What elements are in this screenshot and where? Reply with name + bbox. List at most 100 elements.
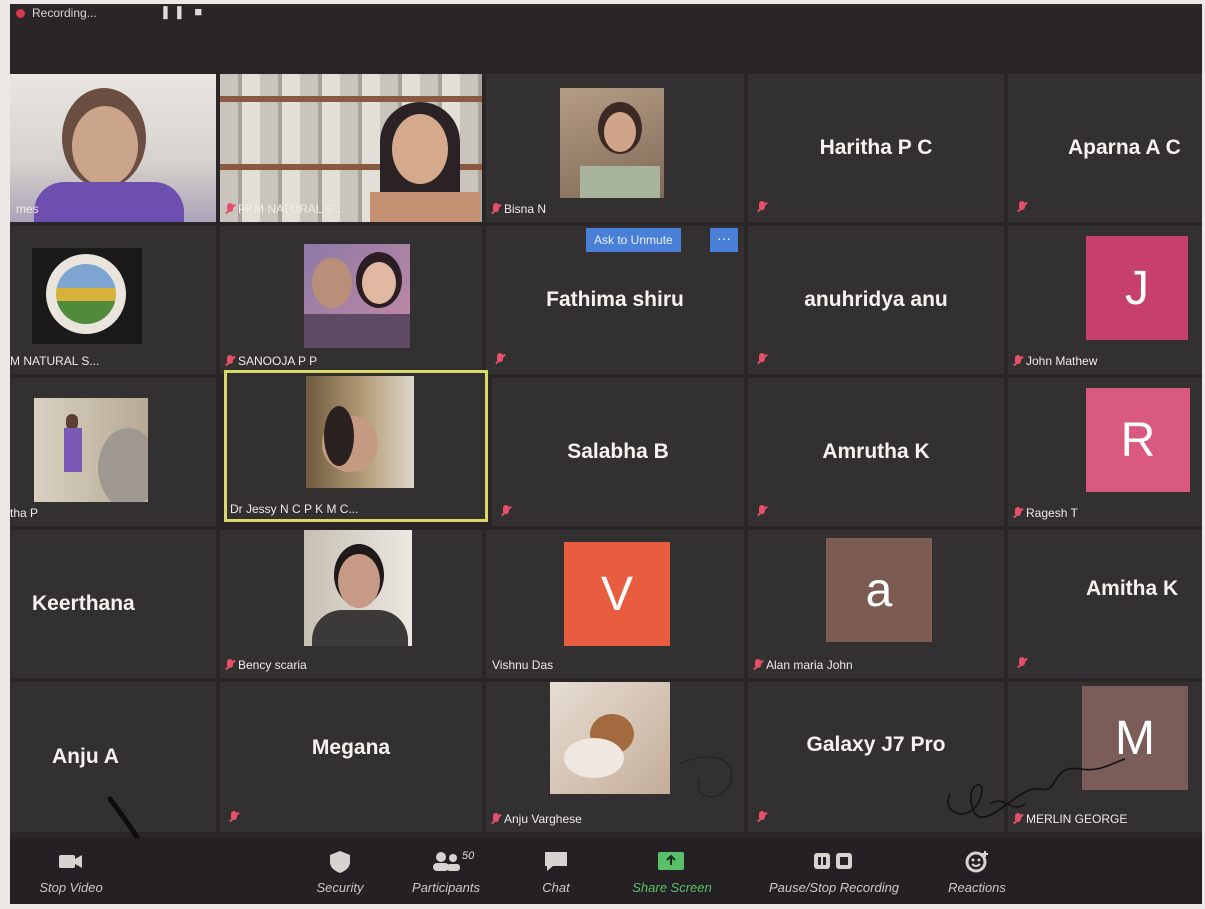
- mic-muted-icon: [1018, 201, 1026, 214]
- participant-label: Ragesh T: [1014, 506, 1078, 520]
- mic-muted-icon: [1014, 354, 1022, 368]
- stop-video-button[interactable]: Stop Video: [26, 848, 116, 895]
- name-tile[interactable]: Keerthana: [10, 530, 216, 678]
- participant-label: M NATURAL S...: [10, 354, 100, 368]
- participant-video: [304, 530, 412, 646]
- share-screen-button[interactable]: Share Screen: [622, 848, 722, 895]
- ask-to-unmute-button[interactable]: Ask to Unmute: [586, 228, 681, 252]
- chat-bubble-icon: [524, 848, 588, 876]
- participant-name: Keerthana: [32, 592, 135, 615]
- participants-icon: [396, 848, 496, 876]
- participant-name: Amitha K: [1086, 577, 1179, 601]
- participant-label: Bency scaria: [226, 658, 307, 672]
- meeting-toolbar: Stop Video Security 50 Participants Chat: [10, 838, 1202, 904]
- mic-muted-icon: [758, 201, 766, 214]
- participant-video: [304, 244, 410, 348]
- security-label: Security: [316, 880, 364, 895]
- participant-label: Alan maria John: [754, 658, 853, 672]
- logo-tile[interactable]: M NATURAL S...: [10, 226, 216, 374]
- participant-label: MERLIN GEORGE: [1014, 812, 1127, 826]
- participant-label: Vishnu Das: [492, 658, 554, 672]
- name-tile[interactable]: Galaxy J7 Pro: [748, 682, 1004, 832]
- mic-muted-icon: [754, 658, 762, 672]
- mic-muted-icon: [502, 505, 510, 518]
- mic-muted-icon: [226, 658, 234, 672]
- participant-name: anuhridya anu: [804, 288, 948, 311]
- video-tile[interactable]: Anju Varghese: [486, 682, 744, 832]
- mic-muted-icon: [758, 353, 766, 366]
- mic-muted-icon: [492, 202, 500, 216]
- mic-muted-icon: [1014, 506, 1022, 520]
- participant-label: PKM NATURAL S...: [226, 202, 343, 216]
- name-tile[interactable]: Haritha P C: [748, 74, 1004, 222]
- avatar-tile[interactable]: V Vishnu Das: [486, 530, 744, 678]
- name-tile[interactable]: Anju A: [10, 682, 216, 832]
- participant-label: Bisna N: [492, 202, 546, 216]
- chat-button[interactable]: Chat: [524, 848, 588, 895]
- mic-muted-icon: [226, 354, 234, 368]
- name-tile[interactable]: Amrutha K: [748, 378, 1004, 526]
- participant-avatar: a: [826, 538, 932, 642]
- video-tile[interactable]: tha P: [10, 378, 216, 526]
- share-screen-label: Share Screen: [632, 880, 712, 895]
- security-button[interactable]: Security: [300, 848, 380, 895]
- pause-stop-recording-button[interactable]: Pause/Stop Recording: [750, 848, 918, 895]
- name-tile[interactable]: anuhridya anu: [748, 226, 1004, 374]
- video-tile[interactable]: SANOOJA P P: [220, 226, 482, 374]
- participant-name: Amrutha K: [822, 440, 930, 463]
- participant-avatar: M: [1082, 686, 1188, 790]
- video-tile[interactable]: PKM NATURAL S...: [220, 74, 482, 222]
- participant-label: SANOOJA P P: [226, 354, 317, 368]
- participant-name: Fathima shiru: [546, 288, 684, 311]
- video-tile[interactable]: Bency scaria: [220, 530, 482, 678]
- stop-video-label: Stop Video: [39, 880, 103, 895]
- mic-muted-icon: [758, 505, 766, 518]
- avatar-tile[interactable]: J John Mathew: [1008, 226, 1202, 374]
- more-options-button[interactable]: ···: [710, 228, 738, 252]
- mic-muted-icon: [1014, 812, 1022, 826]
- name-tile[interactable]: Aparna A C: [1008, 74, 1202, 222]
- name-tile[interactable]: Megana: [220, 682, 482, 832]
- avatar-tile[interactable]: R Ragesh T: [1008, 378, 1202, 526]
- share-screen-icon: [622, 848, 722, 876]
- reactions-smiley-icon: [934, 848, 1020, 876]
- video-camera-icon: [26, 848, 116, 876]
- participants-label: Participants: [412, 880, 480, 895]
- zoom-meeting-window: Recording... ❚❚ ■ mes PKM NATURAL S... B…: [10, 4, 1202, 904]
- chat-label: Chat: [542, 880, 570, 895]
- name-tile[interactable]: Salabha B: [492, 378, 744, 526]
- mic-muted-icon: [492, 812, 500, 826]
- name-tile[interactable]: Amitha K: [1008, 530, 1202, 678]
- participant-label: Dr Jessy N C P K M C...: [230, 502, 359, 516]
- participant-name: Haritha P C: [819, 136, 933, 159]
- recording-pause-icon[interactable]: ❚❚ ■: [160, 4, 205, 20]
- participant-video: [34, 398, 148, 502]
- mic-muted-icon: [758, 811, 766, 824]
- mic-muted-icon: [226, 202, 234, 216]
- participants-button[interactable]: 50 Participants: [396, 848, 496, 895]
- participant-label: tha P: [10, 506, 39, 520]
- mic-muted-icon: [230, 811, 238, 824]
- reactions-button[interactable]: Reactions: [934, 848, 1020, 895]
- participant-video: [306, 376, 414, 488]
- recording-label: Recording...: [32, 6, 97, 20]
- participant-video: [10, 74, 216, 222]
- avatar-tile[interactable]: M MERLIN GEORGE: [1008, 682, 1202, 832]
- participant-avatar: J: [1086, 236, 1188, 340]
- avatar-tile[interactable]: a Alan maria John: [748, 530, 1004, 678]
- mic-muted-icon: [496, 353, 504, 366]
- participant-video: [220, 74, 482, 222]
- pause-stop-recording-label: Pause/Stop Recording: [768, 880, 900, 895]
- reactions-label: Reactions: [948, 880, 1006, 895]
- participant-video: [550, 682, 670, 794]
- participant-label: John Mathew: [1014, 354, 1097, 368]
- participant-avatar: V: [564, 542, 670, 646]
- recording-dot-icon: [16, 9, 25, 18]
- participant-label: Anju Varghese: [492, 812, 582, 826]
- pause-stop-icon: [750, 848, 918, 876]
- participants-count: 50: [462, 850, 475, 862]
- participant-name: Salabha B: [567, 440, 669, 463]
- video-tile[interactable]: Bisna N: [486, 74, 744, 222]
- video-tile[interactable]: mes: [10, 74, 216, 222]
- active-speaker-tile[interactable]: Dr Jessy N C P K M C...: [224, 370, 488, 522]
